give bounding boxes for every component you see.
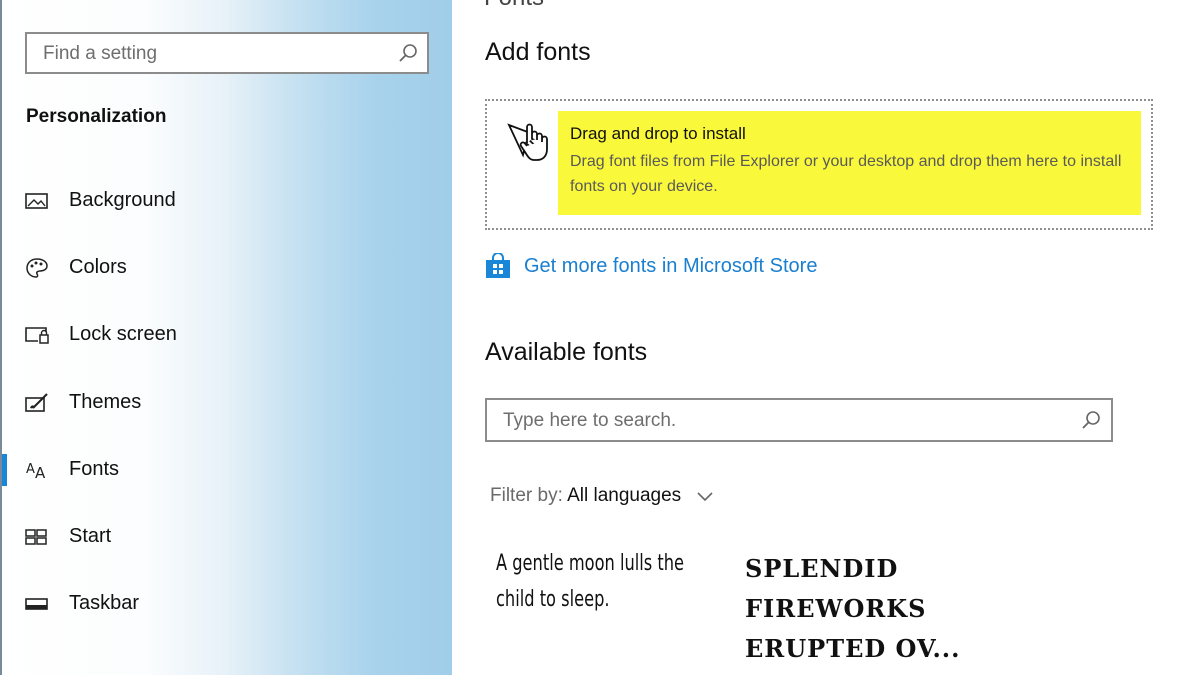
sidebar-item-fonts[interactable]: A A Fonts <box>2 450 442 490</box>
sidebar-item-start[interactable]: Start <box>2 517 442 557</box>
font-search-box[interactable] <box>485 398 1113 442</box>
font-sample-tile[interactable]: SPLENDID FIREWORKS ERUPTED OV... <box>745 549 975 669</box>
sidebar-item-label: Fonts <box>69 458 120 480</box>
find-setting-input[interactable] <box>41 34 395 74</box>
selection-indicator <box>2 454 7 486</box>
taskbar-icon <box>25 598 48 610</box>
sidebar-item-label: Taskbar <box>69 592 140 614</box>
themes-icon <box>25 393 48 412</box>
start-icon <box>25 529 47 545</box>
find-setting-search-box[interactable] <box>25 32 429 74</box>
language-filter-dropdown[interactable]: Filter by: All languages <box>490 485 714 507</box>
sidebar-item-taskbar[interactable]: Taskbar <box>2 584 442 624</box>
lock-screen-icon <box>25 327 49 344</box>
drop-zone-description: Drag font files from File Explorer or yo… <box>570 153 1122 195</box>
font-drop-zone[interactable]: Drag and drop to install Drag font files… <box>485 99 1153 230</box>
drop-zone-text-highlight: Drag and drop to install Drag font files… <box>558 111 1141 215</box>
filter-label: Filter by: <box>490 485 563 506</box>
sidebar-item-label: Colors <box>69 256 127 278</box>
sidebar-item-label: Background <box>69 189 176 211</box>
font-sample-tile[interactable]: A gentle moon lulls the child to sleep. <box>496 546 685 618</box>
section-title: Personalization <box>26 106 167 127</box>
main-content: Fonts Add fonts Drag and drop to install… <box>452 0 1200 675</box>
store-bag-icon <box>486 253 510 278</box>
settings-window: Personalization Background Colors <box>0 0 1200 675</box>
filter-value[interactable]: All languages <box>567 485 681 506</box>
drop-zone-title: Drag and drop to install <box>570 124 746 143</box>
search-icon[interactable] <box>397 42 419 64</box>
drag-hand-cursor-icon <box>507 123 548 161</box>
add-fonts-heading: Add fonts <box>485 38 591 66</box>
sidebar-item-lock-screen[interactable]: Lock screen <box>2 315 442 355</box>
search-icon[interactable] <box>1080 409 1102 431</box>
store-link-label[interactable]: Get more fonts in Microsoft Store <box>524 255 817 278</box>
sidebar-item-themes[interactable]: Themes <box>2 383 442 423</box>
fonts-icon: A A <box>26 462 46 482</box>
sidebar-item-label: Start <box>69 525 112 547</box>
available-fonts-heading: Available fonts <box>485 338 648 366</box>
font-search-input[interactable] <box>501 400 1075 442</box>
sidebar-item-label: Lock screen <box>69 323 177 345</box>
sidebar: Personalization Background Colors <box>0 0 452 675</box>
sidebar-item-label: Themes <box>69 391 142 413</box>
chevron-down-icon[interactable] <box>696 490 714 502</box>
sidebar-item-background[interactable]: Background <box>2 181 442 221</box>
page-title: Fonts <box>484 0 544 12</box>
palette-icon <box>26 258 48 278</box>
svg-text:A: A <box>35 464 46 482</box>
sidebar-item-colors[interactable]: Colors <box>2 248 442 288</box>
svg-text:A: A <box>26 462 35 477</box>
picture-icon <box>25 193 48 209</box>
